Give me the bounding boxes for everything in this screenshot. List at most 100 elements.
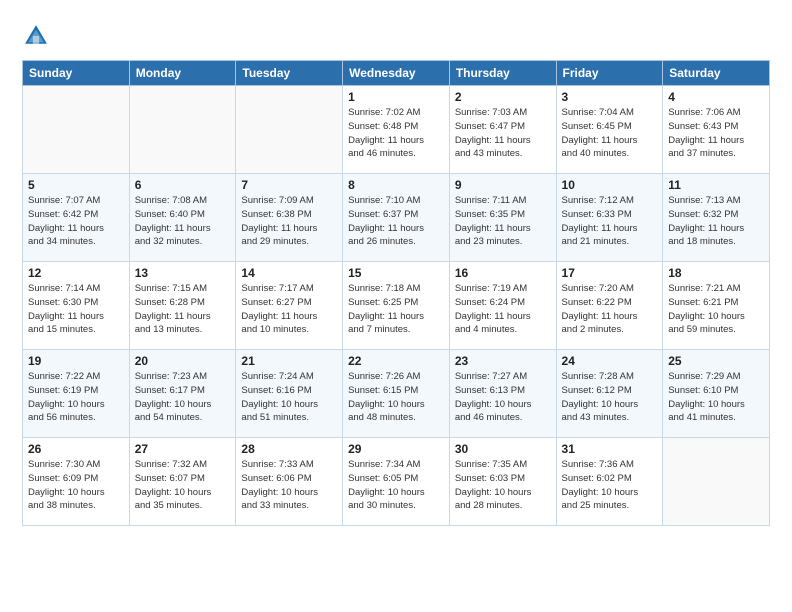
- weekday-header-monday: Monday: [129, 61, 236, 86]
- day-number-20: 20: [135, 354, 231, 368]
- day-number-11: 11: [668, 178, 764, 192]
- day-number-17: 17: [562, 266, 658, 280]
- empty-cell: [129, 86, 236, 174]
- day-number-22: 22: [348, 354, 444, 368]
- weekday-header-wednesday: Wednesday: [343, 61, 450, 86]
- day-number-1: 1: [348, 90, 444, 104]
- day-number-29: 29: [348, 442, 444, 456]
- week-row-1: 1 Sunrise: 7:02 AMSunset: 6:48 PMDaylight…: [23, 86, 770, 174]
- day-cell-26: 26 Sunrise: 7:30 AMSunset: 6:09 PMDayligh…: [23, 438, 130, 526]
- day-number-9: 9: [455, 178, 551, 192]
- calendar-table: SundayMondayTuesdayWednesdayThursdayFrid…: [22, 60, 770, 526]
- page: SundayMondayTuesdayWednesdayThursdayFrid…: [0, 0, 792, 612]
- day-cell-12: 12 Sunrise: 7:14 AMSunset: 6:30 PMDayligh…: [23, 262, 130, 350]
- week-row-4: 19 Sunrise: 7:22 AMSunset: 6:19 PMDayligh…: [23, 350, 770, 438]
- day-number-6: 6: [135, 178, 231, 192]
- day-cell-8: 8 Sunrise: 7:10 AMSunset: 6:37 PMDaylight…: [343, 174, 450, 262]
- day-info-30: Sunrise: 7:35 AMSunset: 6:03 PMDaylight:…: [455, 458, 551, 513]
- weekday-header-thursday: Thursday: [449, 61, 556, 86]
- day-info-11: Sunrise: 7:13 AMSunset: 6:32 PMDaylight:…: [668, 194, 764, 249]
- day-cell-16: 16 Sunrise: 7:19 AMSunset: 6:24 PMDayligh…: [449, 262, 556, 350]
- day-info-8: Sunrise: 7:10 AMSunset: 6:37 PMDaylight:…: [348, 194, 444, 249]
- day-cell-1: 1 Sunrise: 7:02 AMSunset: 6:48 PMDaylight…: [343, 86, 450, 174]
- day-number-3: 3: [562, 90, 658, 104]
- day-info-17: Sunrise: 7:20 AMSunset: 6:22 PMDaylight:…: [562, 282, 658, 337]
- day-info-25: Sunrise: 7:29 AMSunset: 6:10 PMDaylight:…: [668, 370, 764, 425]
- day-cell-25: 25 Sunrise: 7:29 AMSunset: 6:10 PMDayligh…: [663, 350, 770, 438]
- day-number-26: 26: [28, 442, 124, 456]
- day-info-23: Sunrise: 7:27 AMSunset: 6:13 PMDaylight:…: [455, 370, 551, 425]
- day-info-29: Sunrise: 7:34 AMSunset: 6:05 PMDaylight:…: [348, 458, 444, 513]
- day-info-14: Sunrise: 7:17 AMSunset: 6:27 PMDaylight:…: [241, 282, 337, 337]
- day-number-13: 13: [135, 266, 231, 280]
- day-info-19: Sunrise: 7:22 AMSunset: 6:19 PMDaylight:…: [28, 370, 124, 425]
- day-cell-20: 20 Sunrise: 7:23 AMSunset: 6:17 PMDayligh…: [129, 350, 236, 438]
- day-info-4: Sunrise: 7:06 AMSunset: 6:43 PMDaylight:…: [668, 106, 764, 161]
- day-cell-14: 14 Sunrise: 7:17 AMSunset: 6:27 PMDayligh…: [236, 262, 343, 350]
- empty-cell: [236, 86, 343, 174]
- weekday-header-tuesday: Tuesday: [236, 61, 343, 86]
- day-number-8: 8: [348, 178, 444, 192]
- day-cell-22: 22 Sunrise: 7:26 AMSunset: 6:15 PMDayligh…: [343, 350, 450, 438]
- day-cell-28: 28 Sunrise: 7:33 AMSunset: 6:06 PMDayligh…: [236, 438, 343, 526]
- day-cell-19: 19 Sunrise: 7:22 AMSunset: 6:19 PMDayligh…: [23, 350, 130, 438]
- week-row-3: 12 Sunrise: 7:14 AMSunset: 6:30 PMDayligh…: [23, 262, 770, 350]
- day-number-15: 15: [348, 266, 444, 280]
- day-cell-4: 4 Sunrise: 7:06 AMSunset: 6:43 PMDaylight…: [663, 86, 770, 174]
- day-info-3: Sunrise: 7:04 AMSunset: 6:45 PMDaylight:…: [562, 106, 658, 161]
- day-cell-31: 31 Sunrise: 7:36 AMSunset: 6:02 PMDayligh…: [556, 438, 663, 526]
- day-info-18: Sunrise: 7:21 AMSunset: 6:21 PMDaylight:…: [668, 282, 764, 337]
- day-info-24: Sunrise: 7:28 AMSunset: 6:12 PMDaylight:…: [562, 370, 658, 425]
- weekday-header-sunday: Sunday: [23, 61, 130, 86]
- day-info-10: Sunrise: 7:12 AMSunset: 6:33 PMDaylight:…: [562, 194, 658, 249]
- day-number-18: 18: [668, 266, 764, 280]
- day-info-13: Sunrise: 7:15 AMSunset: 6:28 PMDaylight:…: [135, 282, 231, 337]
- day-info-28: Sunrise: 7:33 AMSunset: 6:06 PMDaylight:…: [241, 458, 337, 513]
- day-info-9: Sunrise: 7:11 AMSunset: 6:35 PMDaylight:…: [455, 194, 551, 249]
- day-number-21: 21: [241, 354, 337, 368]
- day-number-27: 27: [135, 442, 231, 456]
- weekday-header-friday: Friday: [556, 61, 663, 86]
- day-cell-21: 21 Sunrise: 7:24 AMSunset: 6:16 PMDayligh…: [236, 350, 343, 438]
- empty-cell: [23, 86, 130, 174]
- day-cell-15: 15 Sunrise: 7:18 AMSunset: 6:25 PMDayligh…: [343, 262, 450, 350]
- day-info-21: Sunrise: 7:24 AMSunset: 6:16 PMDaylight:…: [241, 370, 337, 425]
- day-number-25: 25: [668, 354, 764, 368]
- day-cell-10: 10 Sunrise: 7:12 AMSunset: 6:33 PMDayligh…: [556, 174, 663, 262]
- day-number-12: 12: [28, 266, 124, 280]
- day-cell-7: 7Sunrise: 7:09 AMSunset: 6:38 PMDaylight…: [236, 174, 343, 262]
- day-number-5: 5: [28, 178, 124, 192]
- day-info-15: Sunrise: 7:18 AMSunset: 6:25 PMDaylight:…: [348, 282, 444, 337]
- logo: [22, 22, 54, 50]
- day-number-4: 4: [668, 90, 764, 104]
- day-info-16: Sunrise: 7:19 AMSunset: 6:24 PMDaylight:…: [455, 282, 551, 337]
- day-cell-9: 9 Sunrise: 7:11 AMSunset: 6:35 PMDaylight…: [449, 174, 556, 262]
- day-cell-18: 18 Sunrise: 7:21 AMSunset: 6:21 PMDayligh…: [663, 262, 770, 350]
- day-info-26: Sunrise: 7:30 AMSunset: 6:09 PMDaylight:…: [28, 458, 124, 513]
- day-number-2: 2: [455, 90, 551, 104]
- day-cell-2: 2Sunrise: 7:03 AMSunset: 6:47 PMDaylight…: [449, 86, 556, 174]
- day-number-14: 14: [241, 266, 337, 280]
- day-cell-11: 11 Sunrise: 7:13 AMSunset: 6:32 PMDayligh…: [663, 174, 770, 262]
- day-number-10: 10: [562, 178, 658, 192]
- week-row-5: 26 Sunrise: 7:30 AMSunset: 6:09 PMDayligh…: [23, 438, 770, 526]
- day-info-22: Sunrise: 7:26 AMSunset: 6:15 PMDaylight:…: [348, 370, 444, 425]
- day-number-16: 16: [455, 266, 551, 280]
- logo-icon: [22, 22, 50, 50]
- day-number-28: 28: [241, 442, 337, 456]
- day-info-27: Sunrise: 7:32 AMSunset: 6:07 PMDaylight:…: [135, 458, 231, 513]
- day-cell-5: 5 Sunrise: 7:07 AMSunset: 6:42 PMDaylight…: [23, 174, 130, 262]
- day-cell-17: 17 Sunrise: 7:20 AMSunset: 6:22 PMDayligh…: [556, 262, 663, 350]
- day-info-31: Sunrise: 7:36 AMSunset: 6:02 PMDaylight:…: [562, 458, 658, 513]
- day-info-5: Sunrise: 7:07 AMSunset: 6:42 PMDaylight:…: [28, 194, 124, 249]
- day-number-31: 31: [562, 442, 658, 456]
- day-number-19: 19: [28, 354, 124, 368]
- weekday-header-saturday: Saturday: [663, 61, 770, 86]
- day-info-12: Sunrise: 7:14 AMSunset: 6:30 PMDaylight:…: [28, 282, 124, 337]
- weekday-header-row: SundayMondayTuesdayWednesdayThursdayFrid…: [23, 61, 770, 86]
- day-info-1: Sunrise: 7:02 AMSunset: 6:48 PMDaylight:…: [348, 106, 444, 161]
- empty-cell: [663, 438, 770, 526]
- day-info-20: Sunrise: 7:23 AMSunset: 6:17 PMDaylight:…: [135, 370, 231, 425]
- day-number-23: 23: [455, 354, 551, 368]
- day-cell-24: 24Sunrise: 7:28 AMSunset: 6:12 PMDayligh…: [556, 350, 663, 438]
